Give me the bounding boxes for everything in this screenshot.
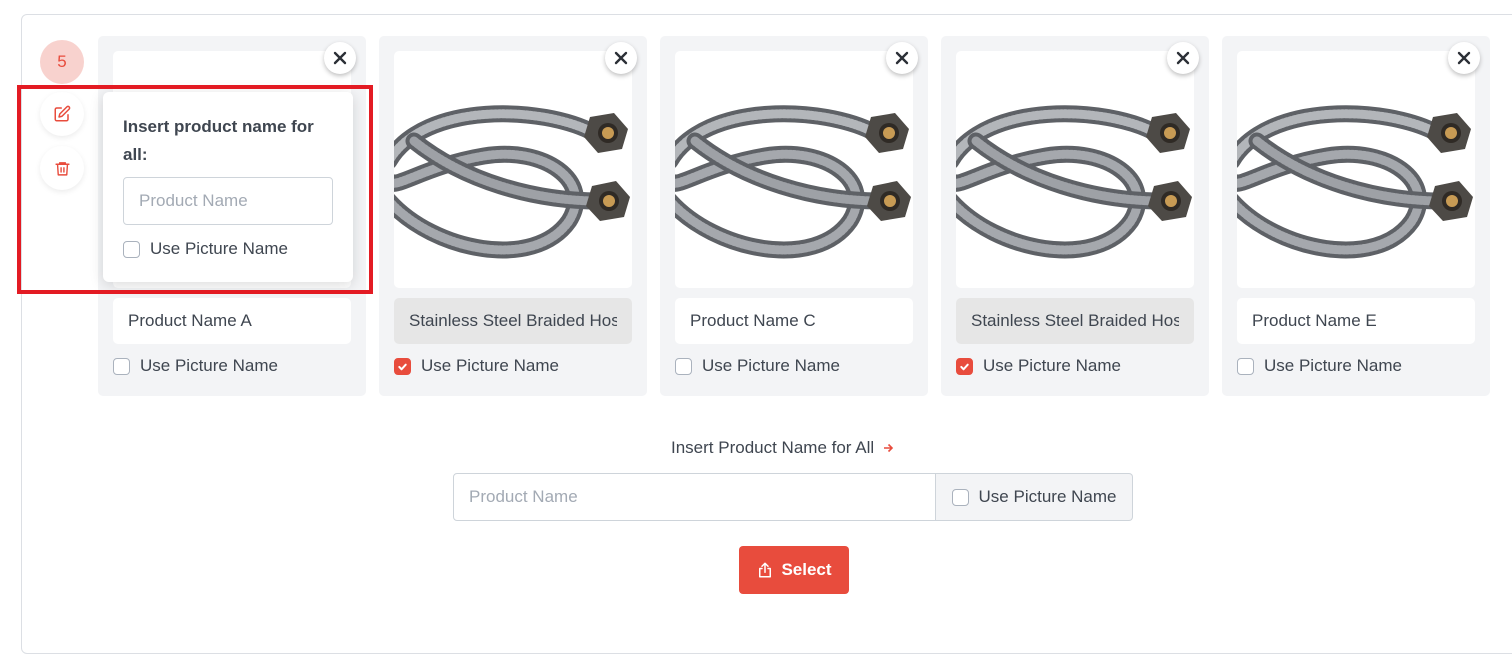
close-icon <box>333 51 347 65</box>
product-image <box>394 105 630 259</box>
product-card: Use Picture Name <box>1222 36 1490 396</box>
trash-icon <box>54 161 70 176</box>
close-icon <box>1457 51 1471 65</box>
checkbox-box[interactable] <box>675 357 692 375</box>
check-icon <box>960 363 969 370</box>
delete-button[interactable] <box>40 146 84 190</box>
remove-card-button[interactable] <box>1167 42 1199 74</box>
product-card: Use Picture Name <box>660 36 928 396</box>
checkbox-box[interactable] <box>394 357 411 375</box>
bulk-product-name-input[interactable] <box>453 473 936 521</box>
popover-use-picture-name-checkbox[interactable]: Use Picture Name <box>123 239 288 259</box>
remove-card-button[interactable] <box>886 42 918 74</box>
product-image <box>675 105 911 259</box>
edit-button[interactable] <box>40 92 84 136</box>
select-button[interactable]: Select <box>739 546 849 594</box>
use-picture-name-checkbox[interactable]: Use Picture Name <box>675 356 840 376</box>
product-card: Use Picture Name <box>941 36 1209 396</box>
use-picture-name-checkbox[interactable]: Use Picture Name <box>113 356 278 376</box>
close-icon <box>614 51 628 65</box>
checkbox-box[interactable] <box>956 357 973 375</box>
checkbox-label: Use Picture Name <box>983 356 1121 375</box>
checkbox-box[interactable] <box>113 357 130 375</box>
remove-card-button[interactable] <box>1448 42 1480 74</box>
remove-card-button[interactable] <box>605 42 637 74</box>
product-name-input[interactable] <box>113 298 351 344</box>
share-upload-icon <box>759 562 772 578</box>
item-count: 5 <box>57 52 67 71</box>
checkbox-label: Use Picture Name <box>140 356 278 375</box>
checkbox-label: Use Picture Name <box>1264 356 1402 375</box>
checkbox-box[interactable] <box>1237 357 1254 375</box>
checkbox-box[interactable] <box>123 240 140 258</box>
product-thumbnail <box>675 51 913 288</box>
checkbox-label: Use Picture Name <box>702 356 840 375</box>
item-count-badge: 5 <box>40 40 84 84</box>
product-name-input[interactable] <box>1237 298 1475 344</box>
remove-card-button[interactable] <box>324 42 356 74</box>
product-thumbnail <box>394 51 632 288</box>
product-image <box>1237 105 1473 259</box>
product-name-input[interactable] <box>675 298 913 344</box>
checkbox-label: Use Picture Name <box>978 487 1117 506</box>
check-icon <box>398 363 407 370</box>
close-icon <box>1176 51 1190 65</box>
product-name-input[interactable] <box>394 298 632 344</box>
bulk-addon: Use Picture Name <box>936 473 1133 521</box>
checkbox-label: Use Picture Name <box>421 356 559 375</box>
checkbox-label: Use Picture Name <box>150 239 288 258</box>
select-button-label: Select <box>781 560 832 579</box>
product-thumbnail <box>956 51 1194 288</box>
use-picture-name-checkbox[interactable]: Use Picture Name <box>956 356 1121 376</box>
close-icon <box>895 51 909 65</box>
popover-title: Insert product name for all: <box>123 117 314 164</box>
bulk-label-text: Insert Product Name for All <box>671 438 875 457</box>
bulk-label: Insert Product Name for All <box>671 438 894 458</box>
product-image <box>956 105 1192 259</box>
arrow-right-icon <box>884 443 894 453</box>
bulk-name-popover: Insert product name for all: Use Picture… <box>103 92 353 282</box>
edit-icon <box>54 105 71 122</box>
product-card: Use Picture Name <box>379 36 647 396</box>
checkbox-box[interactable] <box>951 488 969 506</box>
popover-product-name-input[interactable] <box>123 177 333 225</box>
bulk-use-picture-name-checkbox[interactable]: Use Picture Name <box>951 487 1117 507</box>
use-picture-name-checkbox[interactable]: Use Picture Name <box>394 356 559 376</box>
product-name-input[interactable] <box>956 298 1194 344</box>
use-picture-name-checkbox[interactable]: Use Picture Name <box>1237 356 1402 376</box>
bulk-input-group: Use Picture Name <box>453 473 1133 521</box>
product-thumbnail <box>1237 51 1475 288</box>
